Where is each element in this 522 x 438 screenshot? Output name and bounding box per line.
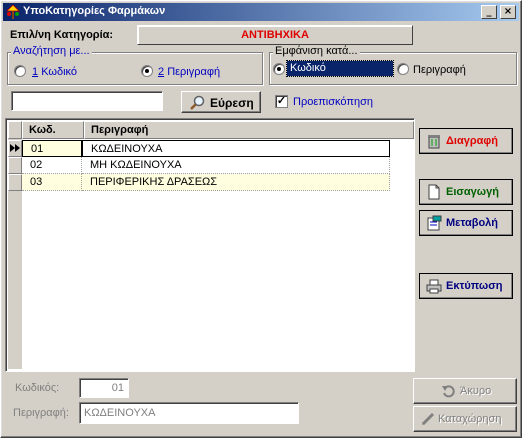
close-icon: × <box>503 6 513 17</box>
grid-header: Κωδ. Περιγραφή <box>8 121 414 139</box>
category-label: Επιλ/νη Κατηγορία: <box>10 29 114 41</box>
description-field[interactable]: ΚΩΔΕΙΝΟΥΧΑ <box>79 402 299 424</box>
cancel-button-label: Άκυρο <box>460 385 492 397</box>
print-button-label: Εκτύπωση <box>446 280 503 292</box>
cell-code[interactable]: 01 <box>22 140 82 157</box>
cell-description[interactable]: ΚΩΔΕΙΝΟΥΧΑ <box>82 140 390 157</box>
trash-icon <box>428 135 440 149</box>
pharmacy-tree-icon <box>6 5 20 19</box>
display-by-code-label[interactable]: Κωδικό <box>286 60 394 77</box>
insert-button[interactable]: Εισαγωγή <box>419 179 513 205</box>
column-header-description[interactable]: Περιγραφή <box>84 121 414 139</box>
undo-icon <box>442 385 455 398</box>
delete-button[interactable]: Διαγραφή <box>419 128 513 154</box>
code-value: 01 <box>111 382 124 394</box>
current-row-arrow-icon <box>10 144 20 152</box>
print-button[interactable]: Εκτύπωση <box>419 273 513 299</box>
grid-corner <box>8 121 22 139</box>
cell-description[interactable]: ΠΕΡΙΦΕΡΙΚΗΣ ΔΡΑΣΕΩΣ <box>82 174 390 191</box>
cell-code[interactable]: 03 <box>22 174 82 191</box>
magnifier-icon <box>190 95 205 110</box>
save-button-label: Καταχώρηση <box>438 413 502 425</box>
table-row[interactable]: 01 ΚΩΔΕΙΝΟΥΧΑ <box>22 140 414 157</box>
preview-checkbox[interactable]: ✓ <box>275 95 288 108</box>
cell-description[interactable]: ΜΗ ΚΩΔΕΙΝΟΥΧΑ <box>82 157 390 174</box>
search-by-code-radio[interactable] <box>14 65 26 77</box>
row-indicator[interactable] <box>8 140 22 157</box>
cancel-button[interactable]: Άκυρο <box>413 378 517 404</box>
subcategories-window: ΥποΚατηγορίες Φαρμάκων _ × Επιλ/νη Κατηγ… <box>0 0 522 438</box>
subcategories-grid[interactable]: Κωδ. Περιγραφή 01 ΚΩΔΕΙΝΟΥΧΑ 02 ΜΗ ΚΩΔΕΙ… <box>5 118 415 372</box>
description-label: Περιγραφή: <box>13 407 69 419</box>
edit-button[interactable]: Μεταβολή <box>419 210 513 236</box>
minimize-icon: _ <box>486 6 492 17</box>
column-header-code[interactable]: Κωδ. <box>22 121 84 139</box>
edit-document-icon <box>427 215 442 231</box>
display-by-legend: Εμφάνιση κατά... <box>273 45 360 57</box>
description-value: ΚΩΔΕΙΝΟΥΧΑ <box>84 407 156 419</box>
preview-label[interactable]: Προεπισκόπηση <box>293 96 373 108</box>
search-button[interactable]: Εύρεση <box>181 91 261 113</box>
search-button-label: Εύρεση <box>210 96 254 110</box>
checkmark-icon: ✓ <box>276 95 287 107</box>
save-button[interactable]: Καταχώρηση <box>413 406 517 432</box>
search-by-code-label[interactable]: 1 Κωδικό <box>32 66 77 78</box>
category-display: ΑΝΤΙΒΗΧΙΚΑ <box>137 25 413 45</box>
insert-button-label: Εισαγωγή <box>446 186 499 198</box>
code-field[interactable]: 01 <box>79 378 129 398</box>
cell-code[interactable]: 02 <box>22 157 82 174</box>
search-by-legend: Αναζήτηση με... <box>11 45 92 57</box>
display-by-code-radio[interactable] <box>273 63 285 75</box>
minimize-button[interactable]: _ <box>481 5 497 19</box>
category-value: ΑΝΤΙΒΗΧΙΚΑ <box>241 29 309 41</box>
table-row[interactable]: 03 ΠΕΡΙΦΕΡΙΚΗΣ ΔΡΑΣΕΩΣ <box>22 174 414 191</box>
search-by-description-radio[interactable] <box>141 65 153 77</box>
edit-button-label: Μεταβολή <box>446 217 499 229</box>
close-button[interactable]: × <box>500 5 516 19</box>
pencil-icon <box>421 412 435 426</box>
window-title: ΥποΚατηγορίες Φαρμάκων <box>23 5 166 17</box>
display-by-description-label[interactable]: Περιγραφή <box>413 64 466 76</box>
row-indicator[interactable] <box>8 157 22 174</box>
table-row[interactable]: 02 ΜΗ ΚΩΔΕΙΝΟΥΧΑ <box>22 157 414 174</box>
title-bar[interactable]: ΥποΚατηγορίες Φαρμάκων _ × <box>3 3 519 21</box>
row-indicator[interactable] <box>8 174 22 191</box>
code-label: Κωδικός: <box>15 382 60 394</box>
display-by-description-radio[interactable] <box>397 63 409 75</box>
search-by-description-label[interactable]: 2 Περιγραφή <box>158 66 220 78</box>
new-document-icon <box>428 184 440 200</box>
printer-icon <box>426 279 442 294</box>
delete-button-label: Διαγραφή <box>446 135 498 147</box>
search-input[interactable] <box>11 91 163 111</box>
